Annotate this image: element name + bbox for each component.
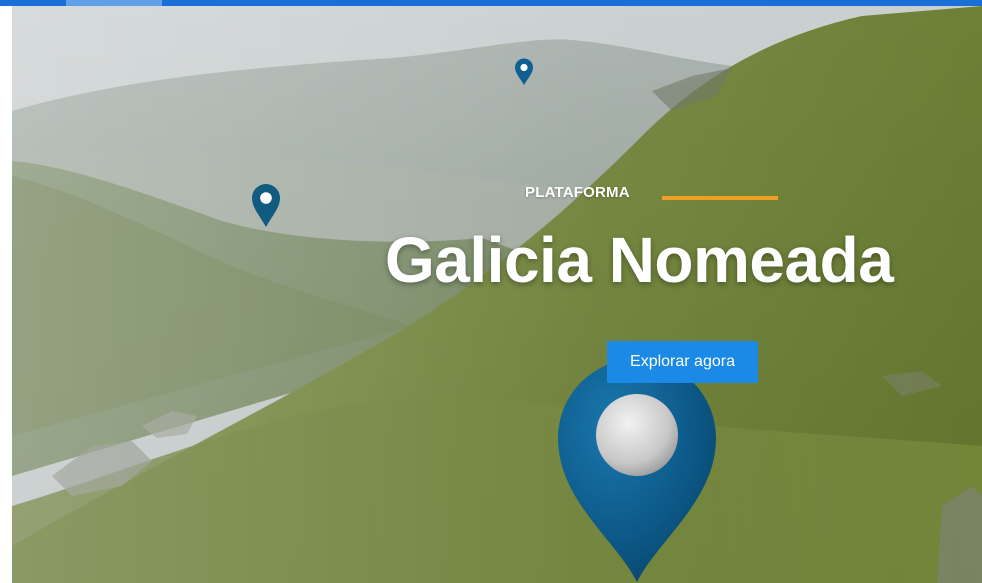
explore-now-button[interactable]: Explorar agora — [607, 341, 758, 383]
left-gutter — [0, 6, 12, 583]
map-pin-icon[interactable] — [514, 58, 534, 86]
map-pin-icon[interactable] — [556, 360, 718, 583]
map-pin-icon[interactable] — [250, 182, 282, 228]
kicker-accent-line — [662, 196, 778, 200]
active-nav-tab[interactable] — [66, 0, 162, 6]
hero-kicker: PLATAFORMA — [525, 184, 630, 201]
top-nav-bar — [0, 0, 982, 6]
hero-title: Galicia Nomeada — [385, 224, 894, 296]
